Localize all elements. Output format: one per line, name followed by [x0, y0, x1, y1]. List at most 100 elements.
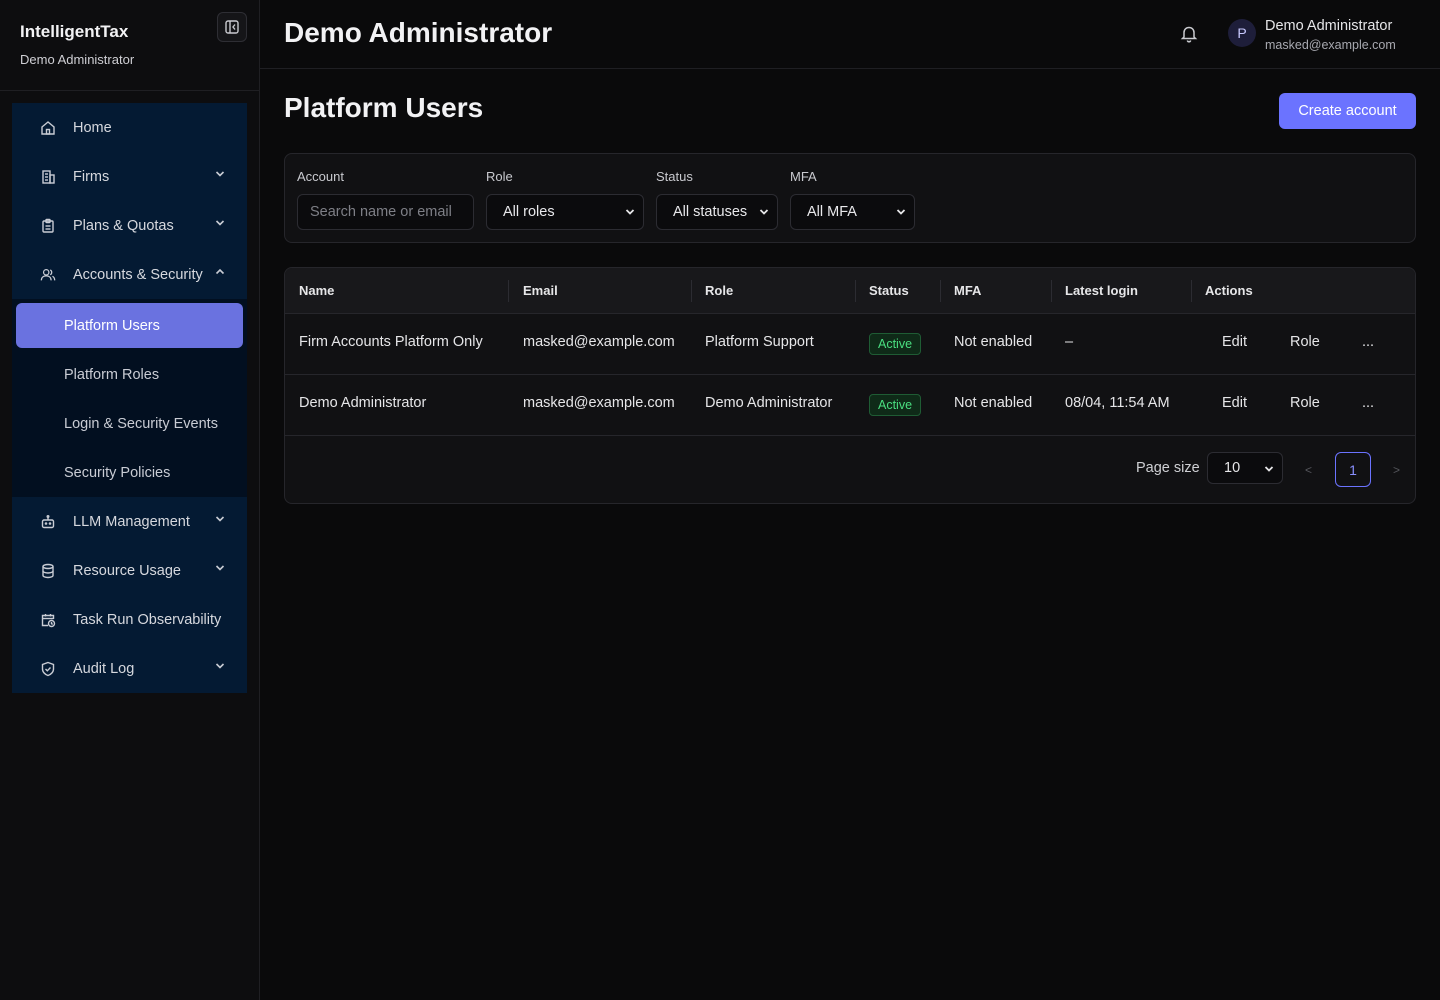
sidebar-item-label: LLM Management: [73, 513, 190, 530]
chevron-down-icon: [759, 209, 769, 215]
cell-latest-login: 08/04, 11:54 AM: [1065, 395, 1170, 411]
role-button[interactable]: Role: [1290, 334, 1320, 350]
column-divider: [508, 280, 509, 302]
brand: IntelligentTax Demo Administrator: [20, 22, 134, 67]
more-actions-button[interactable]: ...: [1362, 334, 1374, 350]
page-size-value: 10: [1224, 460, 1241, 476]
more-actions-button[interactable]: ...: [1362, 395, 1374, 411]
nav-group: Home Firms Plans & Quotas Accounts & Sec…: [12, 103, 247, 299]
page-size-label: Page size: [1136, 460, 1200, 476]
bell-icon[interactable]: [1180, 24, 1198, 44]
status-badge: Active: [869, 394, 922, 416]
calendar-clock-icon: [40, 612, 56, 628]
sidebar-item-task-run-observability[interactable]: Task Run Observability: [12, 595, 247, 644]
sidebar-item-accounts-security[interactable]: Accounts & Security: [12, 250, 247, 299]
chevron-down-icon: [215, 565, 225, 571]
cell-email: masked@example.com: [523, 334, 675, 350]
status-filter-label: Status: [656, 169, 693, 184]
sidebar-item-firms[interactable]: Firms: [12, 152, 247, 201]
column-divider: [691, 280, 692, 302]
mfa-filter-value: All MFA: [807, 204, 857, 220]
edit-button[interactable]: Edit: [1222, 395, 1247, 411]
sidebar-item-audit-log[interactable]: Audit Log: [12, 644, 247, 693]
sidebar-item-label: Resource Usage: [73, 562, 181, 579]
brand-subtitle: Demo Administrator: [20, 52, 135, 67]
column-divider: [855, 280, 856, 302]
cell-name: Demo Administrator: [299, 395, 427, 411]
account-filter-label: Account: [297, 169, 344, 184]
sidebar-collapse-icon: [225, 20, 239, 34]
nav-group: LLM Management Resource Usage Task Run O…: [12, 497, 247, 693]
table-row: Demo Administrator masked@example.com De…: [285, 375, 1415, 436]
clipboard-icon: [40, 218, 56, 234]
page-number-button[interactable]: 1: [1335, 452, 1371, 487]
users-icon: [40, 267, 56, 283]
user-email: masked@example.com: [1265, 38, 1396, 52]
chevron-down-icon: [215, 171, 225, 177]
building-icon: [40, 169, 56, 185]
edit-button[interactable]: Edit: [1222, 334, 1247, 350]
chevron-down-icon: [896, 209, 906, 215]
shield-check-icon: [40, 661, 56, 677]
chevron-down-icon: [215, 220, 225, 226]
sidebar-item-resource-usage[interactable]: Resource Usage: [12, 546, 247, 595]
role-button[interactable]: Role: [1290, 395, 1320, 411]
cell-role: Platform Support: [705, 334, 814, 350]
column-header-actions: Actions: [1205, 283, 1253, 298]
sidebar-subitem-login-security-events[interactable]: Login & Security Events: [16, 399, 243, 448]
cell-role: Demo Administrator: [705, 395, 833, 411]
column-header-status[interactable]: Status: [869, 283, 909, 298]
column-divider: [1051, 280, 1052, 302]
sidebar-nav: Home Firms Plans & Quotas Accounts & Sec…: [12, 103, 247, 693]
accounts-security-submenu: Platform Users Platform Roles Login & Se…: [12, 299, 247, 497]
account-search-input[interactable]: Search name or email: [297, 194, 474, 230]
column-header-role[interactable]: Role: [705, 283, 733, 298]
sidebar-item-label: Plans & Quotas: [73, 217, 174, 234]
cell-email: masked@example.com: [523, 395, 675, 411]
users-table: Name Email Role Status MFA Latest login …: [284, 267, 1416, 504]
brand-name: IntelligentTax: [20, 22, 129, 41]
cell-name: Firm Accounts Platform Only: [299, 334, 483, 350]
status-filter-value: All statuses: [673, 204, 748, 220]
robot-icon: [40, 514, 56, 530]
user-name: Demo Administrator: [1265, 18, 1393, 34]
previous-page-button[interactable]: <: [1305, 463, 1312, 477]
sidebar-item-label: Home: [73, 119, 112, 136]
top-header: Demo Administrator P Demo Administrator …: [260, 0, 1440, 69]
next-page-button[interactable]: >: [1393, 463, 1400, 477]
sidebar-item-label: Accounts & Security: [73, 266, 203, 283]
page-title: Platform Users: [284, 92, 484, 123]
filters-panel: Account Search name or email Role All ro…: [284, 153, 1416, 243]
sidebar-subitem-platform-roles[interactable]: Platform Roles: [16, 350, 243, 399]
sidebar-item-label: Task Run Observability: [73, 611, 222, 628]
sidebar-item-plans-quotas[interactable]: Plans & Quotas: [12, 201, 247, 250]
column-header-mfa[interactable]: MFA: [954, 283, 981, 298]
sidebar-subitem-platform-users[interactable]: Platform Users: [16, 303, 243, 348]
role-filter-value: All roles: [503, 204, 555, 220]
collapse-sidebar-button[interactable]: [217, 12, 247, 42]
role-filter-select[interactable]: All roles: [486, 194, 644, 230]
sidebar-item-home[interactable]: Home: [12, 103, 247, 152]
status-filter-select[interactable]: All statuses: [656, 194, 778, 230]
avatar[interactable]: P: [1228, 19, 1256, 47]
role-filter-label: Role: [486, 169, 513, 184]
table-row: Firm Accounts Platform Only masked@examp…: [285, 314, 1415, 375]
sidebar-item-label: Audit Log: [73, 660, 135, 677]
mfa-filter-select[interactable]: All MFA: [790, 194, 915, 230]
cell-latest-login: –: [1065, 334, 1074, 350]
column-header-name[interactable]: Name: [299, 283, 334, 298]
database-icon: [40, 563, 56, 579]
chevron-down-icon: [215, 516, 225, 522]
table-header: Name Email Role Status MFA Latest login …: [285, 268, 1415, 314]
sidebar-item-llm-management[interactable]: LLM Management: [12, 497, 247, 546]
column-header-latest-login[interactable]: Latest login: [1065, 283, 1138, 298]
chevron-down-icon: [1264, 466, 1274, 472]
header-title: Demo Administrator: [284, 17, 553, 48]
column-header-email[interactable]: Email: [523, 283, 558, 298]
page-size-select[interactable]: 10: [1207, 452, 1283, 484]
sidebar-subitem-security-policies[interactable]: Security Policies: [16, 448, 243, 497]
sidebar-item-label: Firms: [73, 168, 110, 185]
create-account-button[interactable]: Create account: [1279, 93, 1416, 129]
cell-mfa: Not enabled: [954, 395, 1033, 411]
mfa-filter-label: MFA: [790, 169, 817, 184]
